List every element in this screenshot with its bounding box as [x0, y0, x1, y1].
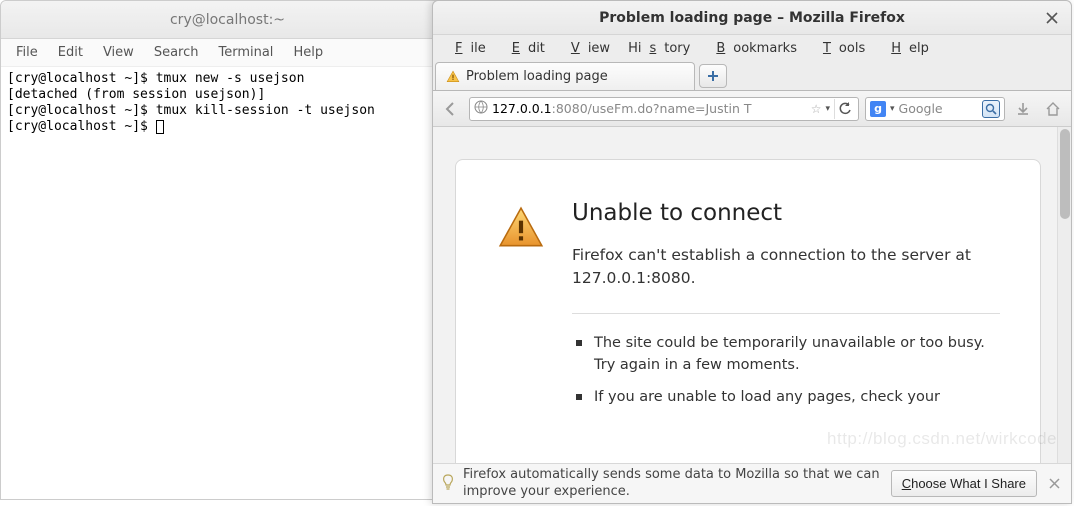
error-suggestions: The site could be temporarily unavailabl… — [572, 332, 1000, 409]
search-engine-dropdown-icon[interactable]: ▾ — [890, 104, 895, 114]
terminal-line: [detached (from session usejson)] — [7, 87, 265, 102]
error-title: Unable to connect — [572, 200, 1000, 226]
firefox-title: Problem loading page – Mozilla Firefox — [599, 10, 905, 26]
download-icon — [1015, 101, 1031, 117]
new-tab-button[interactable] — [699, 64, 727, 88]
terminal-menu-search[interactable]: Search — [145, 42, 208, 63]
plus-icon — [707, 70, 719, 82]
terminal-titlebar: cry@localhost:~ — [1, 1, 454, 39]
terminal-menu-edit[interactable]: Edit — [49, 42, 92, 63]
terminal-cursor — [156, 120, 164, 134]
firefox-tab[interactable]: Problem loading page — [435, 62, 695, 90]
firefox-window: Problem loading page – Mozilla Firefox F… — [432, 0, 1072, 504]
search-bar[interactable]: g ▾ Google — [865, 97, 1005, 121]
downloads-button[interactable] — [1011, 97, 1035, 121]
terminal-menu-help[interactable]: Help — [284, 42, 332, 63]
magnifier-icon — [985, 103, 997, 115]
terminal-menu-view[interactable]: View — [94, 42, 143, 63]
firefox-menu-file[interactable]: File — [439, 38, 494, 59]
terminal-line: [cry@localhost ~]$ — [7, 119, 156, 134]
url-bar[interactable]: 127.0.0.1:8080/useFm.do?name=Justin T ☆ … — [469, 97, 859, 121]
firefox-titlebar: Problem loading page – Mozilla Firefox — [433, 1, 1071, 35]
info-bar-text: Firefox automatically sends some data to… — [463, 467, 883, 500]
scrollbar-thumb[interactable] — [1060, 129, 1070, 219]
scrollbar[interactable] — [1057, 127, 1071, 463]
divider — [572, 313, 1000, 314]
error-subtitle: Firefox can't establish a connection to … — [572, 244, 1000, 291]
url-text: 127.0.0.1:8080/useFm.do?name=Justin T — [492, 101, 807, 116]
terminal-title: cry@localhost:~ — [170, 12, 285, 28]
info-bar: Firefox automatically sends some data to… — [433, 463, 1071, 503]
firefox-menubar: File Edit View History Bookmarks Tools H… — [433, 35, 1071, 61]
lightbulb-icon — [441, 474, 455, 494]
home-icon — [1045, 101, 1061, 117]
info-bar-close-icon[interactable] — [1045, 475, 1063, 493]
firefox-content: Unable to connect Firefox can't establis… — [433, 127, 1071, 463]
reload-button[interactable] — [834, 99, 854, 119]
firefox-tabstrip: Problem loading page — [433, 61, 1071, 91]
bookmark-star-icon[interactable]: ☆ — [811, 102, 822, 116]
error-suggestion-item: If you are unable to load any pages, che… — [576, 386, 1000, 408]
firefox-menu-bookmarks[interactable]: Bookmarks — [700, 38, 805, 59]
terminal-body[interactable]: [cry@localhost ~]$ tmux new -s usejson [… — [1, 67, 454, 139]
firefox-menu-history[interactable]: History — [620, 38, 698, 59]
terminal-menu-terminal[interactable]: Terminal — [209, 42, 282, 63]
firefox-menu-tools[interactable]: Tools — [807, 38, 873, 59]
terminal-line: [cry@localhost ~]$ tmux kill-session -t … — [7, 103, 375, 118]
url-dropdown-icon[interactable]: ▾ — [825, 104, 830, 114]
warning-icon — [496, 204, 546, 254]
reload-icon — [838, 102, 852, 116]
search-placeholder: Google — [899, 101, 943, 116]
terminal-line: [cry@localhost ~]$ tmux new -s usejson — [7, 71, 304, 86]
firefox-tab-label: Problem loading page — [466, 69, 608, 84]
firefox-menu-edit[interactable]: Edit — [496, 38, 553, 59]
home-button[interactable] — [1041, 97, 1065, 121]
terminal-menu-file[interactable]: File — [7, 42, 47, 63]
google-icon: g — [870, 101, 886, 117]
terminal-menubar: File Edit View Search Terminal Help — [1, 39, 454, 67]
firefox-toolbar: 127.0.0.1:8080/useFm.do?name=Justin T ☆ … — [433, 91, 1071, 127]
globe-icon — [474, 100, 488, 117]
close-icon[interactable] — [1043, 9, 1061, 27]
firefox-menu-view[interactable]: View — [555, 38, 618, 59]
firefox-menu-help[interactable]: Help — [875, 38, 937, 59]
back-button[interactable] — [439, 97, 463, 121]
terminal-window: cry@localhost:~ File Edit View Search Te… — [0, 0, 455, 500]
search-go-button[interactable] — [982, 100, 1000, 118]
choose-share-button[interactable]: Choose What I Share — [891, 470, 1037, 497]
error-suggestion-item: The site could be temporarily unavailabl… — [576, 332, 1000, 377]
back-icon — [442, 100, 460, 118]
warning-icon — [446, 70, 460, 84]
error-panel: Unable to connect Firefox can't establis… — [455, 159, 1041, 463]
